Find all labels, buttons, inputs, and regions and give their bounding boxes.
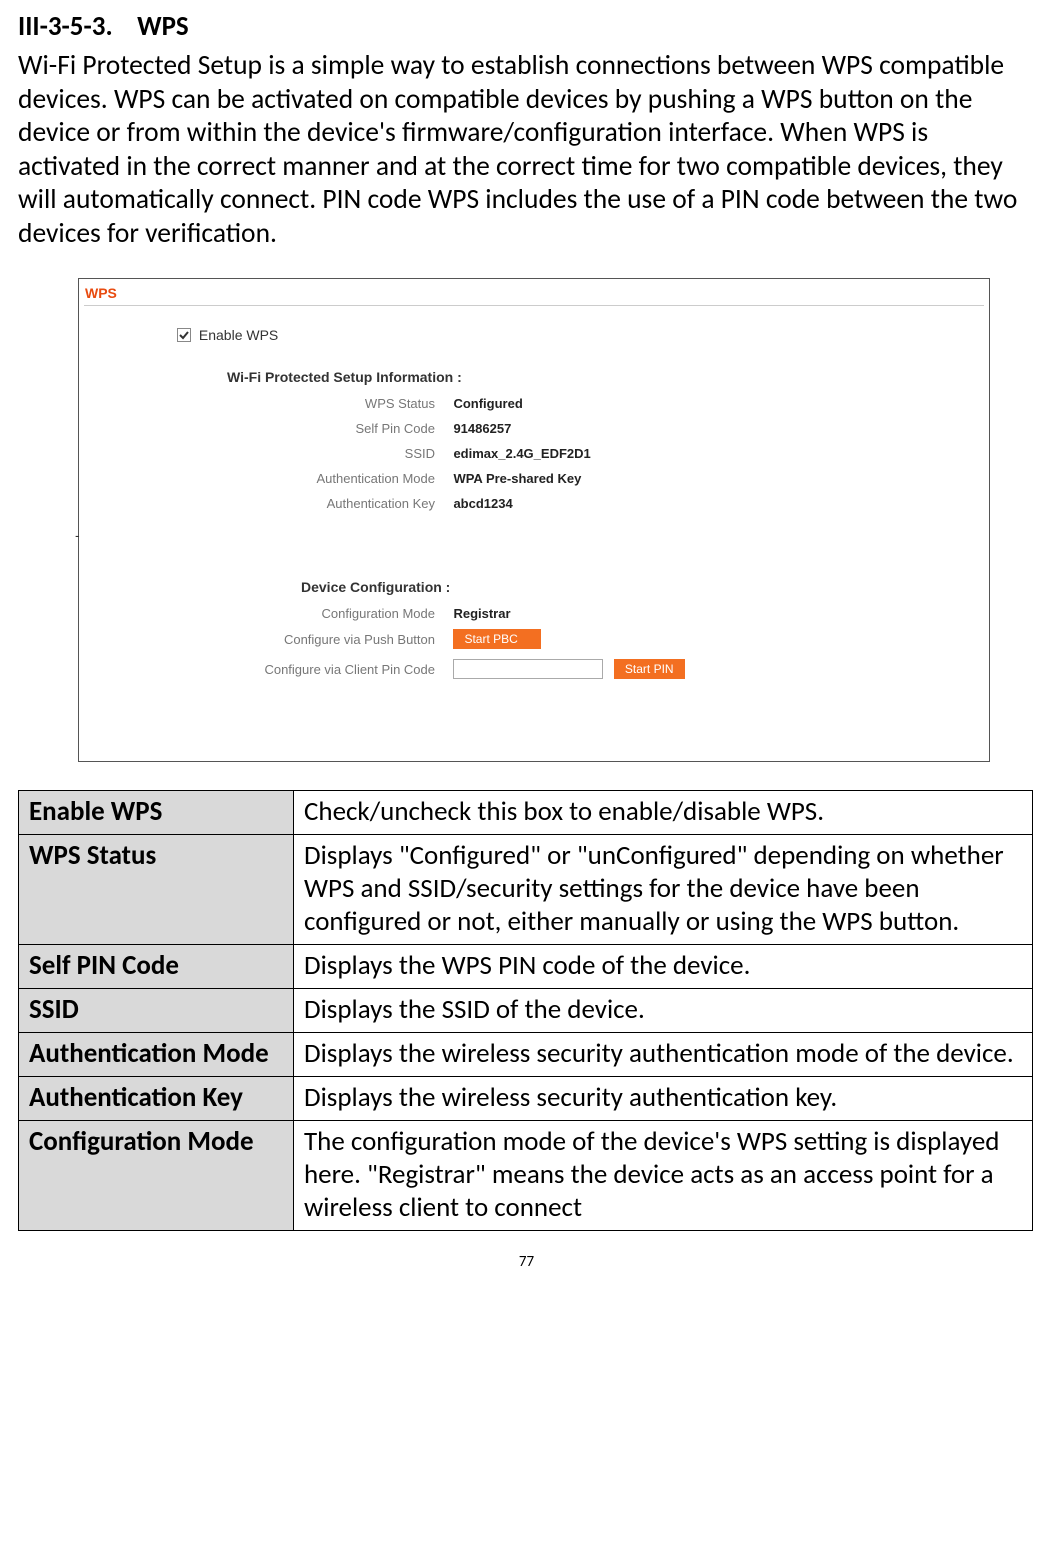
info-label: Authentication Mode	[109, 471, 449, 486]
wps-screenshot: WPS Enable WPS Wi-Fi Protected Setup Inf…	[78, 278, 990, 762]
enable-wps-label: Enable WPS	[199, 327, 278, 343]
desc-cell: Displays the WPS PIN code of the device.	[294, 945, 1033, 989]
table-row: WPS StatusDisplays "Configured" or "unCo…	[19, 835, 1033, 945]
config-mode-value: Registrar	[453, 606, 510, 621]
term-cell: Authentication Key	[19, 1076, 294, 1120]
table-row: Authentication ModeDisplays the wireless…	[19, 1032, 1033, 1076]
config-section-title: Device Configuration :	[301, 579, 450, 595]
table-row: Self PIN CodeDisplays the WPS PIN code o…	[19, 945, 1033, 989]
table-row: Configuration ModeThe configuration mode…	[19, 1120, 1033, 1230]
config-mode-label: Configuration Mode	[109, 606, 449, 621]
term-cell: Configuration Mode	[19, 1120, 294, 1230]
enable-wps-checkbox[interactable]	[177, 328, 191, 342]
info-row: Authentication Key abcd1234	[109, 494, 513, 512]
config-mode-row: Configuration Mode Registrar	[109, 604, 511, 622]
info-label: SSID	[109, 446, 449, 461]
info-label: WPS Status	[109, 396, 449, 411]
desc-cell: Check/uncheck this box to enable/disable…	[294, 791, 1033, 835]
info-value: Configured	[453, 396, 522, 411]
table-row: Enable WPSCheck/uncheck this box to enab…	[19, 791, 1033, 835]
start-pin-button[interactable]: Start PIN	[614, 659, 685, 679]
start-pbc-button[interactable]: Start PBC	[453, 629, 540, 649]
info-row: SSID edimax_2.4G_EDF2D1	[109, 444, 591, 462]
table-row: SSIDDisplays the SSID of the device.	[19, 988, 1033, 1032]
desc-cell: Displays "Configured" or "unConfigured" …	[294, 835, 1033, 945]
term-cell: Authentication Mode	[19, 1032, 294, 1076]
screenshot-header: WPS	[85, 285, 117, 301]
desc-cell: Displays the wireless security authentic…	[294, 1076, 1033, 1120]
term-cell: WPS Status	[19, 835, 294, 945]
heading-number: III-3-5-3.	[18, 10, 113, 43]
pin-row: Configure via Client Pin Code Start PIN	[109, 659, 685, 679]
desc-cell: Displays the wireless security authentic…	[294, 1032, 1033, 1076]
term-cell: Enable WPS	[19, 791, 294, 835]
term-cell: Self PIN Code	[19, 945, 294, 989]
info-section-title: Wi-Fi Protected Setup Information :	[227, 369, 462, 385]
info-row: Authentication Mode WPA Pre-shared Key	[109, 469, 581, 487]
desc-cell: The configuration mode of the device's W…	[294, 1120, 1033, 1230]
term-cell: SSID	[19, 988, 294, 1032]
description-table: Enable WPSCheck/uncheck this box to enab…	[18, 790, 1033, 1230]
document-page: III-3-5-3. WPS Wi-Fi Protected Setup is …	[0, 0, 1053, 1301]
info-value: 91486257	[453, 421, 511, 436]
enable-wps-row: Enable WPS	[177, 327, 278, 343]
info-label: Authentication Key	[109, 496, 449, 511]
pbc-label: Configure via Push Button	[109, 632, 449, 647]
table-row: Authentication KeyDisplays the wireless …	[19, 1076, 1033, 1120]
dash-mark: -	[75, 527, 80, 543]
divider	[84, 305, 984, 306]
page-number: 77	[18, 1253, 1035, 1271]
pin-label: Configure via Client Pin Code	[109, 662, 449, 677]
client-pin-input[interactable]	[453, 659, 603, 679]
heading-title: WPS	[137, 10, 189, 43]
intro-paragraph: Wi-Fi Protected Setup is a simple way to…	[18, 49, 1035, 250]
section-heading: III-3-5-3. WPS	[18, 10, 1035, 43]
desc-cell: Displays the SSID of the device.	[294, 988, 1033, 1032]
pbc-row: Configure via Push Button Start PBC	[109, 629, 541, 649]
info-row: Self Pin Code 91486257	[109, 419, 511, 437]
info-value: WPA Pre-shared Key	[453, 471, 581, 486]
info-value: edimax_2.4G_EDF2D1	[453, 446, 590, 461]
info-value: abcd1234	[453, 496, 512, 511]
info-row: WPS Status Configured	[109, 394, 523, 412]
info-label: Self Pin Code	[109, 421, 449, 436]
